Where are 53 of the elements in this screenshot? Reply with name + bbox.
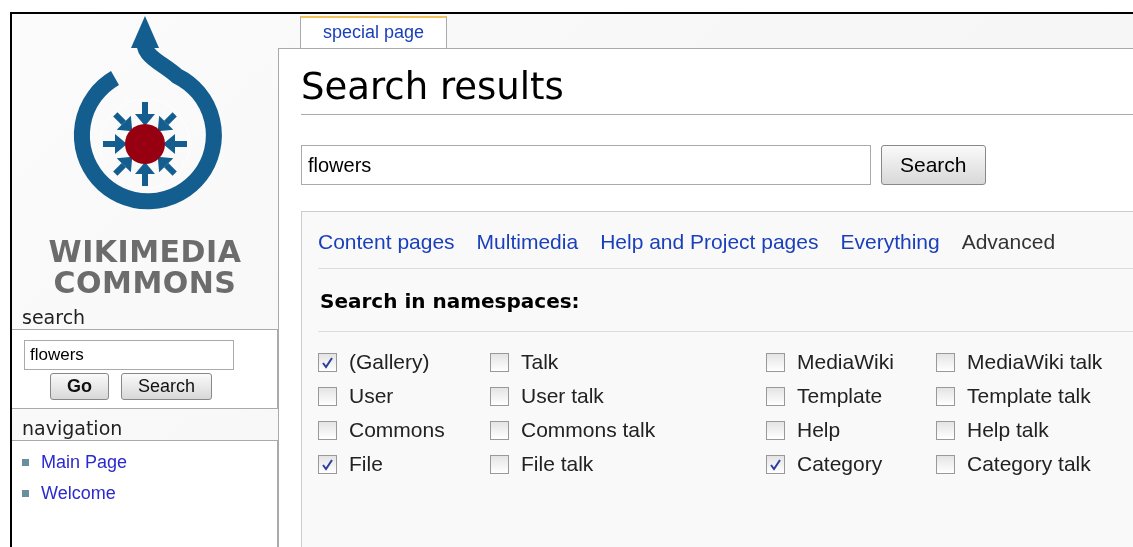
checkbox-label: Category talk (967, 452, 1091, 476)
checkbox[interactable] (318, 352, 337, 372)
checkbox[interactable] (766, 454, 785, 474)
nav-link[interactable]: Main Page (41, 452, 128, 473)
checkbox[interactable] (490, 454, 509, 474)
logo-wordmark: COMMONS (53, 267, 237, 298)
go-button[interactable]: Go (49, 373, 109, 400)
checkbox[interactable] (490, 420, 509, 440)
checkbox-label: Category (797, 452, 883, 476)
profile-link[interactable]: Everything (840, 230, 940, 254)
checkbox[interactable] (490, 386, 509, 406)
checkbox[interactable] (936, 420, 955, 440)
checkbox[interactable] (766, 352, 785, 372)
checkbox-label: MediaWiki (797, 350, 894, 374)
search-field[interactable]: flowers (24, 340, 234, 370)
checkbox[interactable] (766, 420, 785, 440)
checkbox-label: Commons (349, 418, 445, 442)
checkbox-label: Help (797, 418, 841, 442)
checkbox-label: MediaWiki talk (967, 350, 1103, 374)
search-field[interactable]: flowers (301, 145, 871, 185)
checkbox[interactable] (936, 386, 955, 406)
checkbox[interactable] (318, 386, 337, 406)
bullet-icon (22, 459, 29, 466)
logo-wordmark: WIKIMEDIA (48, 236, 242, 267)
section-heading: search (21, 305, 87, 329)
search-button[interactable]: Search (120, 373, 212, 400)
checkbox[interactable] (318, 420, 337, 440)
checkbox-label: Template (797, 384, 883, 408)
checkbox-label: File talk (521, 452, 594, 476)
checkbox-label: Talk (521, 350, 559, 374)
search-button[interactable]: Search (881, 145, 986, 185)
checkbox[interactable] (936, 454, 955, 474)
checkbox-label: Commons talk (521, 418, 656, 442)
checkbox-label: (Gallery) (349, 350, 430, 374)
nav-link[interactable]: Welcome (41, 483, 116, 504)
profile-link[interactable]: Advanced (961, 230, 1056, 254)
section-heading: navigation (21, 416, 124, 440)
checkbox[interactable] (766, 386, 785, 406)
checkbox-label: User (349, 384, 394, 408)
page-tab[interactable]: special page (300, 16, 448, 48)
checkbox-label: Template talk (967, 384, 1091, 408)
checkbox-label: Help talk (967, 418, 1049, 442)
checkbox[interactable] (936, 352, 955, 372)
profile-link[interactable]: Help and Project pages (600, 230, 819, 254)
checkbox[interactable] (490, 352, 509, 372)
checkbox-label: User talk (521, 384, 604, 408)
checkbox-label: File (349, 452, 383, 476)
page-title: Search results (301, 65, 1133, 115)
profile-link[interactable]: Content pages (318, 230, 455, 254)
profile-link[interactable]: Multimedia (476, 230, 579, 254)
section-heading: Search in namespaces: (318, 269, 1133, 332)
bullet-icon (22, 490, 29, 497)
checkbox[interactable] (318, 454, 337, 474)
